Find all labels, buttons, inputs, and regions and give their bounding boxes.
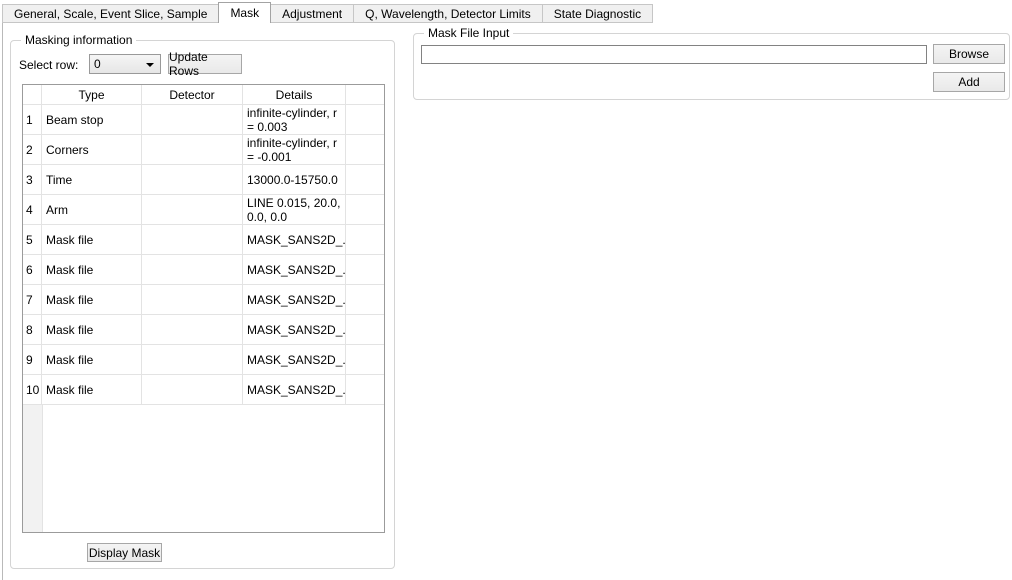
mask-file-input-field[interactable] [421, 45, 927, 64]
mask-file-input-group: Mask File Input Browse Add [413, 33, 1010, 100]
add-button[interactable]: Add [933, 72, 1005, 92]
tab-state-diagnostic[interactable]: State Diagnostic [542, 4, 653, 23]
details-cell[interactable]: MASK_SANS2D_... [243, 285, 346, 314]
type-cell[interactable]: Mask file [42, 225, 142, 254]
table-row: 9Mask file MASK_SANS2D_... [23, 345, 384, 375]
tab-pane-border [2, 22, 3, 580]
tab-bar: General, Scale, Event Slice, Sample Mask… [2, 2, 652, 23]
type-cell[interactable]: Arm [42, 195, 142, 224]
detector-cell[interactable] [142, 285, 243, 314]
table-row: 2Corners infinite-cylinder, r = -0.001 [23, 135, 384, 165]
detector-cell[interactable] [142, 315, 243, 344]
details-cell[interactable]: LINE 0.015, 20.0, 0.0, 0.0 [243, 195, 346, 224]
update-rows-button[interactable]: Update Rows [168, 54, 242, 74]
detector-cell[interactable] [142, 135, 243, 164]
row-number-cell[interactable]: 8 [23, 315, 42, 344]
table-row: 10Mask file MASK_SANS2D_... [23, 375, 384, 405]
type-cell[interactable]: Mask file [42, 375, 142, 404]
details-cell[interactable]: infinite-cylinder, r = -0.001 [243, 135, 346, 164]
type-cell[interactable]: Mask file [42, 345, 142, 374]
type-cell[interactable]: Mask file [42, 255, 142, 284]
table-row: 1Beam stop infinite-cylinder, r = 0.003 [23, 105, 384, 135]
mask-table-body: 1Beam stopinfinite-cylinder, r = 0.0032C… [23, 105, 384, 405]
mask-table: Type Detector Details 1Beam stop infinite… [22, 84, 385, 533]
row-number-cell[interactable]: 10 [23, 375, 42, 404]
tab-mask[interactable]: Mask [218, 2, 271, 23]
table-row: 3Time 13000.0-15750.0 [23, 165, 384, 195]
row-number-cell[interactable]: 6 [23, 255, 42, 284]
type-cell[interactable]: Beam stop [42, 105, 142, 134]
table-row: 6Mask file MASK_SANS2D_... [23, 255, 384, 285]
type-cell[interactable]: Mask file [42, 285, 142, 314]
tab-general-scale-event-slice-sample[interactable]: General, Scale, Event Slice, Sample [2, 4, 219, 23]
details-cell[interactable]: MASK_SANS2D_... [243, 315, 346, 344]
row-number-cell[interactable]: 1 [23, 105, 42, 134]
display-mask-button[interactable]: Display Mask [87, 543, 162, 562]
corner-header-cell[interactable] [23, 85, 42, 104]
dropdown-arrow-icon [146, 63, 154, 67]
browse-button[interactable]: Browse [933, 44, 1005, 64]
details-cell[interactable]: MASK_SANS2D_... [243, 225, 346, 254]
select-row-label: Select row: [19, 58, 78, 72]
detector-cell[interactable] [142, 165, 243, 194]
detector-cell[interactable] [142, 195, 243, 224]
detector-cell[interactable] [142, 255, 243, 284]
select-row-combobox[interactable]: 0 [89, 54, 161, 74]
table-row: 8Mask file MASK_SANS2D_... [23, 315, 384, 345]
detector-cell[interactable] [142, 225, 243, 254]
masking-information-group-title: Masking information [21, 33, 136, 47]
details-cell[interactable]: infinite-cylinder, r = 0.003 [243, 105, 346, 134]
detector-cell[interactable] [142, 375, 243, 404]
row-number-cell[interactable]: 7 [23, 285, 42, 314]
type-cell[interactable]: Mask file [42, 315, 142, 344]
masking-information-group: Masking information Select row: 0 Update… [10, 40, 395, 569]
details-cell[interactable]: MASK_SANS2D_... [243, 255, 346, 284]
details-cell[interactable]: MASK_SANS2D_... [243, 375, 346, 404]
details-cell[interactable]: 13000.0-15750.0 [243, 165, 346, 194]
row-number-cell[interactable]: 9 [23, 345, 42, 374]
tab-adjustment[interactable]: Adjustment [270, 4, 354, 23]
table-row: 7Mask file MASK_SANS2D_... [23, 285, 384, 315]
mask-file-input-group-title: Mask File Input [424, 26, 513, 40]
table-row: 5Mask file MASK_SANS2D_... [23, 225, 384, 255]
type-cell[interactable]: Corners [42, 135, 142, 164]
details-cell[interactable]: MASK_SANS2D_... [243, 345, 346, 374]
type-cell[interactable]: Time [42, 165, 142, 194]
column-header-detector[interactable]: Detector [142, 85, 243, 104]
row-number-cell[interactable]: 2 [23, 135, 42, 164]
column-header-details[interactable]: Details [243, 85, 346, 104]
row-number-cell[interactable]: 3 [23, 165, 42, 194]
detector-cell[interactable] [142, 105, 243, 134]
mask-table-header-row: Type Detector Details [23, 85, 384, 105]
row-number-cell[interactable]: 4 [23, 195, 42, 224]
detector-cell[interactable] [142, 345, 243, 374]
table-row: 4Arm LINE 0.015, 20.0, 0.0, 0.0 [23, 195, 384, 225]
vertical-header-filler [23, 405, 43, 532]
row-number-cell[interactable]: 5 [23, 225, 42, 254]
column-header-type[interactable]: Type [42, 85, 142, 104]
select-row-value: 0 [94, 57, 101, 71]
tab-q-wavelength-detector-limits[interactable]: Q, Wavelength, Detector Limits [353, 4, 543, 23]
